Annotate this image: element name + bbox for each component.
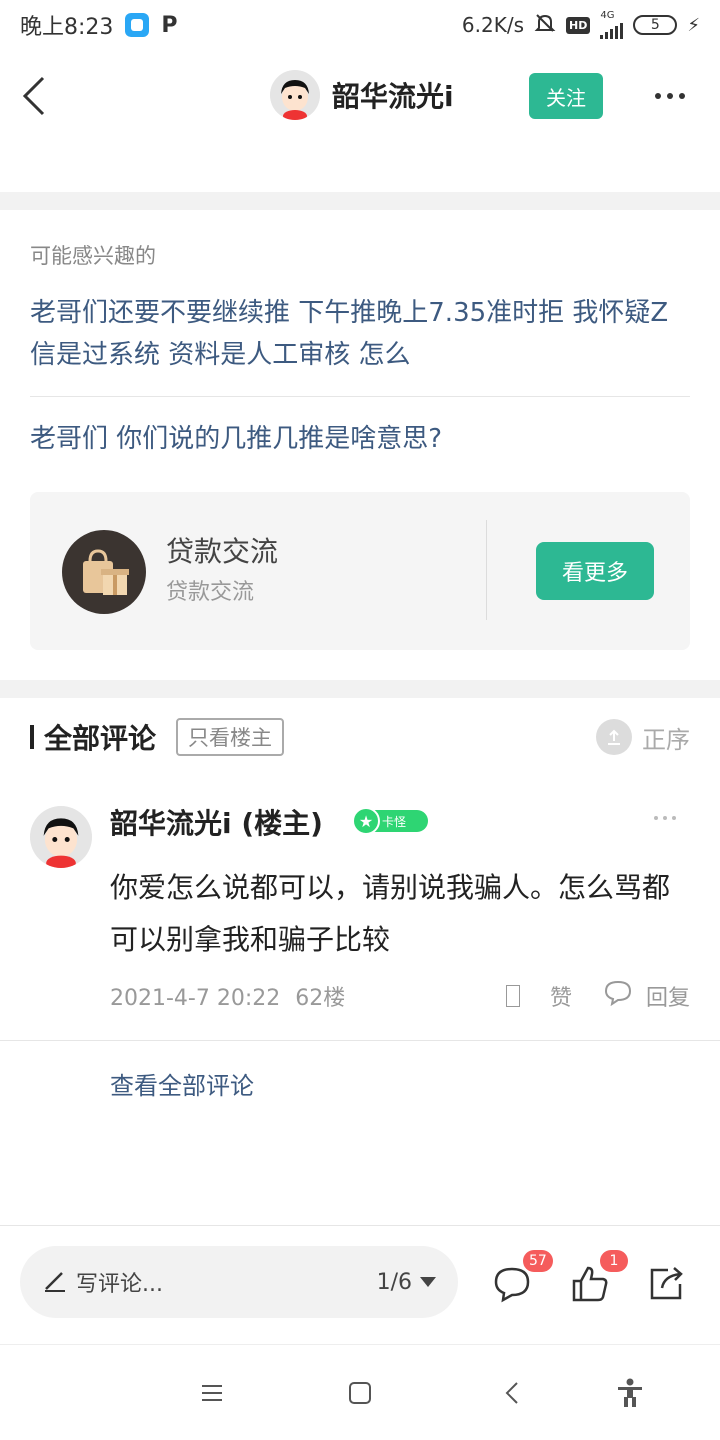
- comments-title: 全部评论: [44, 722, 157, 755]
- write-comment-input[interactable]: 写评论... 1/6: [20, 1246, 458, 1318]
- like-icon[interactable]: [505, 985, 520, 1007]
- system-nav-bar: [0, 1344, 720, 1440]
- like-count-badge: 1: [600, 1250, 628, 1272]
- section-divider: [0, 192, 720, 210]
- level-label: 卡怪: [382, 814, 407, 829]
- blue-app-icon: [125, 13, 150, 37]
- back-arrow-icon: [22, 76, 45, 116]
- section-divider: [0, 680, 720, 698]
- star-icon: ★: [352, 807, 380, 835]
- forum-card-divider: [486, 520, 487, 620]
- comment-time: 2021-4-7 20:22: [110, 986, 281, 1011]
- forum-subtitle: 贷款交流: [166, 580, 255, 605]
- header-user[interactable]: 韶华流光i: [270, 70, 454, 120]
- comment-icon[interactable]: [492, 1264, 532, 1304]
- back-button[interactable]: [14, 72, 54, 120]
- sort-label: 正序: [642, 725, 690, 754]
- pencil-icon: [42, 1267, 68, 1297]
- system-back-icon[interactable]: [496, 1377, 528, 1409]
- comment-author[interactable]: 韶华流光i (楼主): [110, 802, 323, 842]
- sort-icon: [596, 719, 632, 755]
- comments-header: 全部评论 只看楼主 正序: [30, 714, 690, 760]
- avatar[interactable]: [30, 806, 92, 868]
- page-indicator[interactable]: 1/6: [377, 1270, 412, 1295]
- accessibility-icon[interactable]: [614, 1377, 646, 1409]
- comment-divider: [0, 1040, 720, 1041]
- sort-toggle[interactable]: 正序: [596, 719, 690, 755]
- page-caret-icon[interactable]: [420, 1277, 436, 1287]
- follow-button[interactable]: 关注: [529, 73, 603, 119]
- battery-level: 5: [650, 17, 660, 33]
- title-accent-bar: [30, 725, 34, 749]
- see-more-button[interactable]: 看更多: [536, 542, 654, 600]
- only-op-button[interactable]: 只看楼主: [176, 718, 285, 756]
- home-icon[interactable]: [344, 1377, 376, 1409]
- battery-icon: 5: [633, 15, 678, 35]
- write-comment-label: 写评论...: [76, 1272, 163, 1297]
- comment-actions: 赞 回复: [505, 980, 690, 1012]
- p-app-icon: P: [161, 12, 178, 38]
- interest-label: 可能感兴趣的: [30, 244, 156, 268]
- forum-title: 贷款交流: [166, 535, 279, 568]
- view-all-comments-link[interactable]: 查看全部评论: [110, 1066, 254, 1101]
- share-icon[interactable]: [646, 1264, 686, 1304]
- comment-more-icon[interactable]: [654, 816, 676, 820]
- link-divider: [30, 396, 690, 397]
- menu-icon[interactable]: [196, 1377, 228, 1409]
- signal-icon: [600, 21, 624, 39]
- reply-icon[interactable]: [604, 980, 632, 1012]
- comment-text: 你爱怎么说都可以，请别说我骗人。怎么骂都可以别拿我和骗子比较: [110, 871, 671, 956]
- avatar[interactable]: [270, 70, 320, 120]
- more-options-icon[interactable]: [650, 84, 690, 108]
- hd-badge: HD: [566, 16, 591, 34]
- network-type: 4G: [600, 10, 615, 21]
- gift-bag-icon: [62, 530, 146, 614]
- status-time: 晚上8:23: [20, 15, 114, 40]
- comment-item: 韶华流光i (楼主) ★ 卡怪 你爱怎么说都可以，请别说我骗人。怎么骂都可以别拿…: [0, 790, 720, 1040]
- comment-count-badge: 57: [523, 1250, 553, 1272]
- comment-meta: 2021-4-7 20:22 62楼: [110, 980, 345, 1012]
- forum-card[interactable]: 贷款交流 贷款交流 看更多: [30, 492, 690, 650]
- comment-floor: 62楼: [295, 986, 346, 1011]
- mute-bell-icon: [534, 12, 556, 39]
- interest-link-2[interactable]: 老哥们 你们说的几推几推是啥意思?: [30, 418, 690, 460]
- status-bar: 晚上8:23 P 6.2K/s HD 4G 5 ⚡: [0, 0, 720, 50]
- level-badge: ★ 卡怪: [352, 807, 428, 835]
- charging-icon: ⚡: [687, 14, 700, 36]
- header-username[interactable]: 韶华流光i: [332, 75, 454, 115]
- interest-link-1[interactable]: 老哥们还要不要继续推 下午推晚上7.35准时拒 我怀疑Z信是过系统 资料是人工审…: [30, 292, 690, 376]
- like-label[interactable]: 赞: [550, 980, 572, 1012]
- bottom-toolbar: 写评论... 1/6 57 1: [0, 1226, 720, 1344]
- network-speed: 6.2K/s: [461, 13, 525, 37]
- top-header: 韶华流光i 关注: [0, 50, 720, 142]
- reply-label[interactable]: 回复: [646, 980, 690, 1012]
